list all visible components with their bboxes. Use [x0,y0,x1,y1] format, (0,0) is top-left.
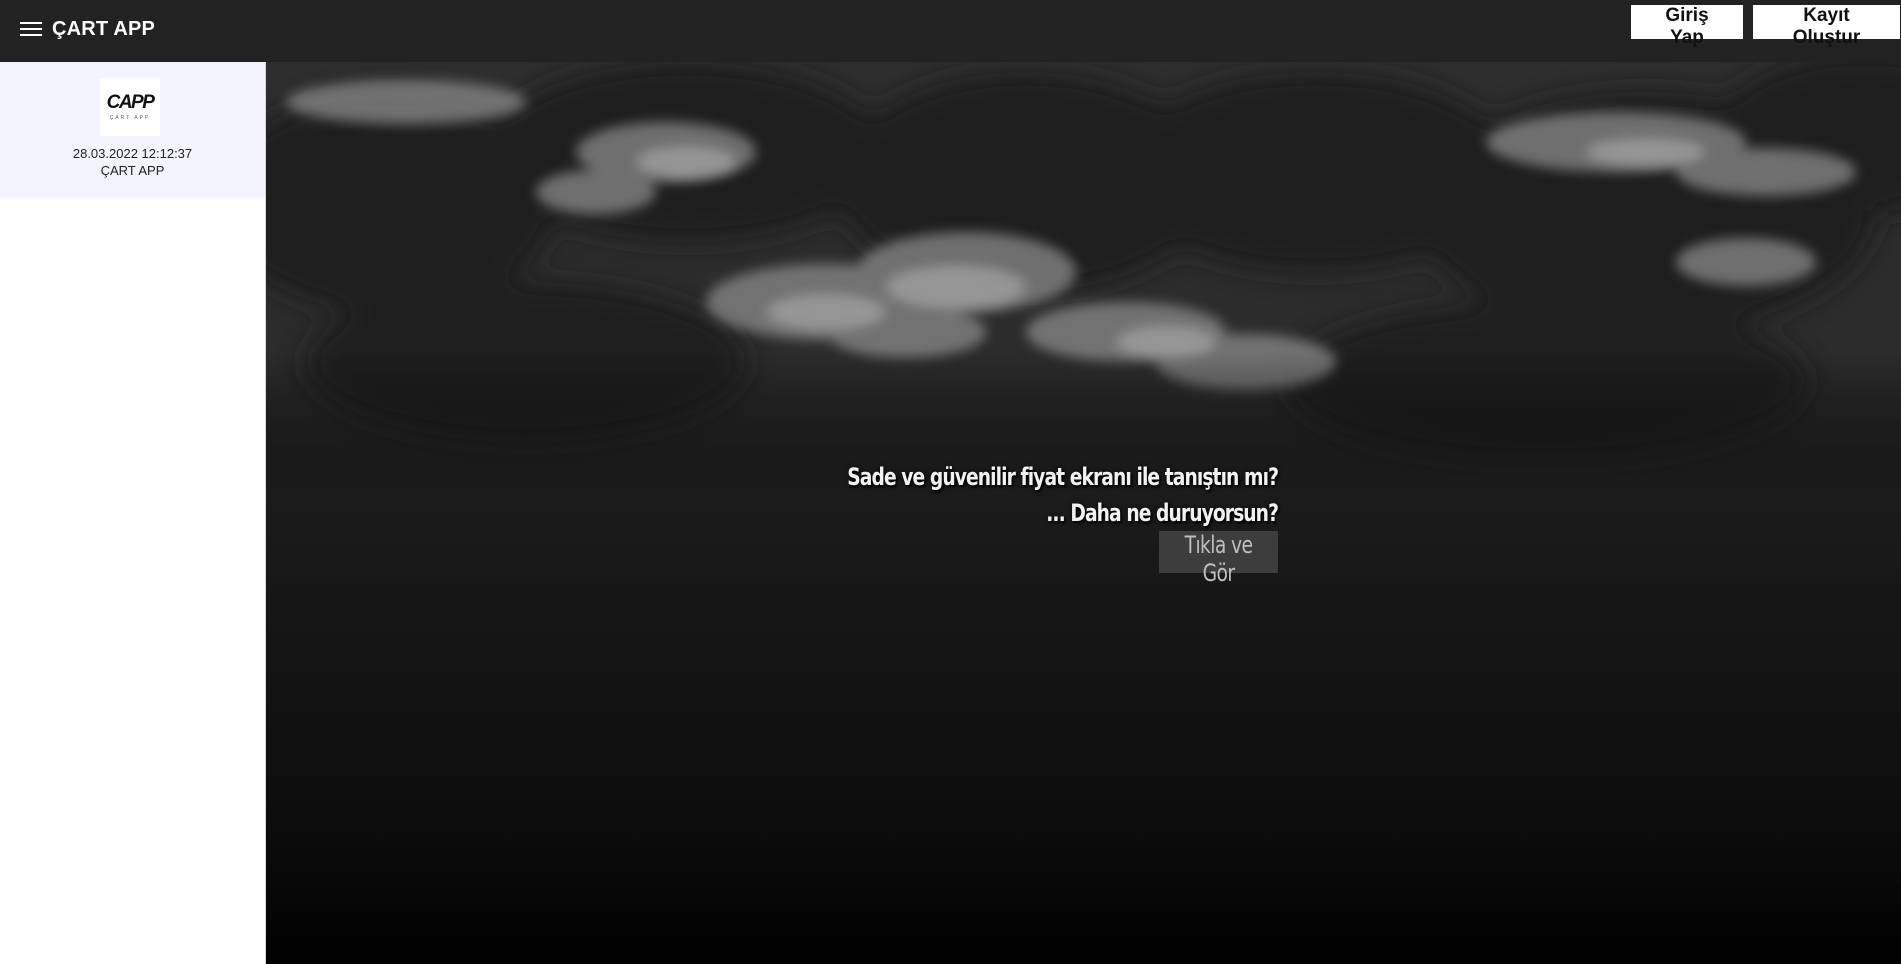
register-button[interactable]: Kayıt Oluştur [1753,5,1900,48]
app-logo: CAPP ÇART APP [100,78,160,136]
sidebar-card[interactable]: CAPP ÇART APP 28.03.2022 12:12:37 ÇART A… [0,62,265,198]
app-title: ÇART APP [52,18,156,40]
hero-line-1: Sade ve güvenilir fiyat ekranı ile tanış… [847,463,1279,491]
top-app-bar: ÇART APP Giriş Yap Kayıt Oluştur [0,0,1901,62]
hero-line-2: ... Daha ne duruyorsun? [1046,499,1279,527]
card-name: ÇART APP [100,163,165,178]
cta-label: Tıkla ve Gör [1184,531,1253,587]
hero-section: Sade ve güvenilir fiyat ekranı ile tanış… [266,62,1901,964]
click-and-see-button[interactable]: Tıkla ve Gör [1159,531,1278,587]
sidebar: CAPP ÇART APP 28.03.2022 12:12:37 ÇART A… [0,62,266,964]
logo-tagline: ÇART APP [109,115,151,121]
hero-tagline: Sade ve güvenilir fiyat ekranı ile tanış… [489,459,1279,531]
login-button[interactable]: Giriş Yap [1631,5,1743,48]
hamburger-menu-icon[interactable] [20,22,42,40]
card-datetime: 28.03.2022 12:12:37 [72,146,193,161]
logo-wordmark: CAPP [106,92,155,113]
